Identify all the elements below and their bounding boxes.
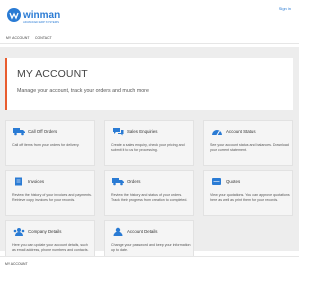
tile-desc: Here you can update your account details… xyxy=(12,243,89,252)
tile-quotes[interactable]: Quotes View your quotations. You can app… xyxy=(203,170,293,216)
nav-item-contact[interactable]: CONTACT xyxy=(35,36,52,40)
tile-title: Orders xyxy=(127,179,141,184)
nav-item-my-account[interactable]: MY ACCOUNT xyxy=(6,36,30,40)
tile-desc: Create a sales enquiry, check your prici… xyxy=(111,143,185,152)
user-icon xyxy=(113,227,123,236)
tile-account-status[interactable]: Account Status See your account status a… xyxy=(203,120,293,166)
tile-invoices[interactable]: Invoices Review the history of your invo… xyxy=(5,170,95,216)
invoice-icon xyxy=(15,177,22,186)
contacts-icon xyxy=(13,228,25,236)
tile-desc: Review the history of your invoices and … xyxy=(12,193,92,202)
winman-logo[interactable]: winman ADVANCED ERP SYSTEMS xyxy=(6,5,86,25)
dashboard-icon xyxy=(212,130,222,136)
tile-orders[interactable]: Orders Review the history and status of … xyxy=(104,170,194,216)
tile-call-off-orders[interactable]: Call Off Orders Call off items from your… xyxy=(5,120,95,166)
tile-desc: Review the history and status of your or… xyxy=(111,193,188,202)
tile-title: Invoices xyxy=(28,179,45,184)
truck-icon xyxy=(112,178,124,186)
tile-desc: View your quotations. You can approve qu… xyxy=(210,193,290,202)
sign-in-link[interactable]: Sign in xyxy=(279,6,291,11)
page-title: MY ACCOUNT xyxy=(17,68,88,80)
tile-title: Sales Enquiries xyxy=(127,129,158,134)
main-nav: MY ACCOUNT CONTACT xyxy=(0,34,299,44)
tile-desc: Call off items from your orders for deli… xyxy=(12,143,80,147)
site-footer: MY ACCOUNT xyxy=(0,256,299,305)
footer-breadcrumb[interactable]: MY ACCOUNT xyxy=(5,262,28,266)
truck-icon xyxy=(13,128,25,136)
tile-desc: See your account status and balances. Do… xyxy=(210,143,289,152)
tile-sales-enquiries[interactable]: Sales Enquiries Create a sales enquiry, … xyxy=(104,120,194,166)
tile-title: Account Status xyxy=(226,129,256,134)
page-subtitle: Manage your account, track your orders a… xyxy=(17,88,149,94)
tile-title: Call Off Orders xyxy=(28,129,58,134)
site-header: winman ADVANCED ERP SYSTEMS Sign in xyxy=(0,0,299,30)
svg-text:ADVANCED ERP SYSTEMS: ADVANCED ERP SYSTEMS xyxy=(23,20,59,24)
hero-banner: MY ACCOUNT Manage your account, track yo… xyxy=(5,58,293,110)
chat-icon xyxy=(113,128,124,136)
tile-title: Quotes xyxy=(226,179,241,184)
tile-title: Account Details xyxy=(127,229,158,234)
tile-title: Company Details xyxy=(28,229,62,234)
quote-icon xyxy=(212,178,221,185)
tile-desc: Change your password and keep your infor… xyxy=(111,243,191,252)
